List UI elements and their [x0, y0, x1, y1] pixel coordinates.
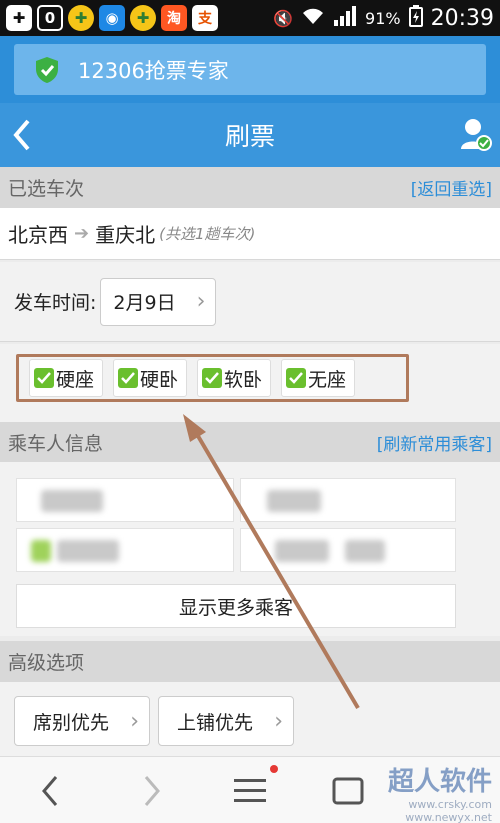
browser-back-icon[interactable]: [30, 771, 74, 811]
zero-app-icon: 0: [37, 5, 63, 31]
seat-option-label: 硬座: [56, 368, 95, 391]
checkbox-checked-icon: [34, 368, 54, 388]
seat-priority-label: 席别优先: [33, 711, 110, 734]
passenger-card[interactable]: [240, 528, 456, 572]
status-bar: ✚ 0 ✚ ◉ ✚ 淘 支 🔇 91% 20:39: [0, 0, 500, 36]
departure-date-button[interactable]: 2月9日 ›: [100, 277, 217, 326]
section-title: 乘车人信息: [8, 433, 104, 455]
watermark: 超人软件 www.crsky.com www.newyx.net: [388, 761, 492, 823]
seat-type-row: 硬座 硬卧 软卧 无座: [0, 344, 500, 422]
redacted-name: [267, 490, 321, 512]
seat-option-hard-seat[interactable]: 硬座: [29, 359, 104, 397]
watermark-url-2: www.newyx.net: [405, 811, 492, 823]
url-field[interactable]: 12306抢票专家: [14, 44, 486, 95]
seat-option-label: 硬卧: [140, 368, 179, 391]
seat-option-label: 软卧: [224, 368, 263, 391]
upper-berth-priority-button[interactable]: 上铺优先 ›: [158, 696, 294, 746]
battery-icon: [408, 5, 423, 31]
advanced-options-header: 高级选项: [0, 641, 500, 682]
seat-option-hard-sleeper[interactable]: 硬卧: [113, 359, 188, 397]
browser-app-icon: ◉: [99, 5, 125, 31]
checkbox-checked-icon: [118, 368, 139, 388]
seat-option-no-seat[interactable]: 无座: [281, 359, 356, 397]
seat-option-label: 无座: [308, 368, 347, 391]
redacted-check: [31, 540, 51, 562]
passengers-header: 乘车人信息 [刷新常用乘客]: [0, 422, 500, 463]
chevron-right-icon: ›: [196, 289, 206, 314]
header-title: 刷票: [224, 122, 275, 151]
section-title: 已选车次: [8, 178, 85, 200]
redacted-name: [41, 490, 103, 512]
from-station: 北京西: [8, 223, 68, 247]
seat-priority-button[interactable]: 席别优先 ›: [14, 696, 150, 746]
add-icon: ✚: [6, 5, 32, 31]
clock: 20:39: [430, 5, 494, 31]
user-check-icon[interactable]: [460, 117, 492, 153]
checkbox-checked-icon: [202, 368, 223, 388]
watermark-url: www.crsky.com: [408, 798, 492, 811]
signal-icon: [333, 6, 357, 30]
refresh-passengers-link[interactable]: [刷新常用乘客]: [377, 430, 492, 455]
reselect-link[interactable]: [返回重选]: [411, 175, 492, 200]
section-title: 高级选项: [8, 652, 85, 674]
notification-dot: [270, 765, 278, 773]
chevron-right-icon: ›: [130, 708, 139, 734]
show-more-passengers-button[interactable]: 显示更多乘客: [16, 584, 456, 628]
checkbox-checked-icon: [286, 368, 307, 388]
status-indicators: 🔇 91% 20:39: [265, 5, 494, 31]
redacted-name: [345, 540, 385, 562]
plus-app-icon: ✚: [130, 5, 156, 31]
redacted-name: [275, 540, 329, 562]
page-title: 12306抢票专家: [78, 58, 229, 83]
passenger-card[interactable]: [16, 528, 234, 572]
mute-icon: 🔇: [273, 8, 294, 28]
seat-option-soft-sleeper[interactable]: 软卧: [197, 359, 272, 397]
departure-date: 2月9日: [113, 292, 176, 314]
chevron-right-icon: ›: [274, 708, 283, 734]
to-station: 重庆北: [95, 223, 156, 247]
plus-app-icon: ✚: [68, 5, 94, 31]
selected-trains-header: 已选车次 [返回重选]: [0, 167, 500, 208]
arrow-right-icon: ➔: [74, 223, 90, 244]
passenger-card[interactable]: [240, 478, 456, 522]
train-route: 北京西 ➔ 重庆北 (共选1趟车次): [0, 208, 500, 260]
departure-row: 发车时间: 2月9日 ›: [0, 262, 500, 342]
upper-berth-priority-label: 上铺优先: [177, 711, 254, 734]
tabs-icon[interactable]: [326, 771, 370, 811]
alipay-icon: 支: [192, 5, 218, 31]
departure-label: 发车时间:: [14, 292, 97, 314]
passenger-card[interactable]: [16, 478, 234, 522]
redacted-name: [57, 540, 119, 562]
wifi-icon: [301, 6, 325, 30]
passenger-list: 显示更多乘客: [0, 462, 500, 636]
browser-address-bar: 12306抢票专家: [0, 36, 500, 103]
browser-forward-icon[interactable]: [128, 771, 172, 811]
advanced-options: 席别优先 › 上铺优先 ›: [0, 682, 500, 756]
train-count-note: (共选1趟车次): [159, 225, 256, 243]
browser-bottom-nav: 超人软件 www.crsky.com www.newyx.net: [0, 756, 500, 823]
taobao-icon: 淘: [161, 5, 187, 31]
seat-type-highlight: 硬座 硬卧 软卧 无座: [16, 354, 409, 402]
menu-icon[interactable]: [228, 771, 272, 811]
app-header: 刷票: [0, 103, 500, 167]
shield-icon: [36, 56, 58, 83]
watermark-title: 超人软件: [387, 767, 492, 797]
back-icon[interactable]: [10, 117, 34, 153]
battery-percent: 91%: [365, 8, 401, 28]
